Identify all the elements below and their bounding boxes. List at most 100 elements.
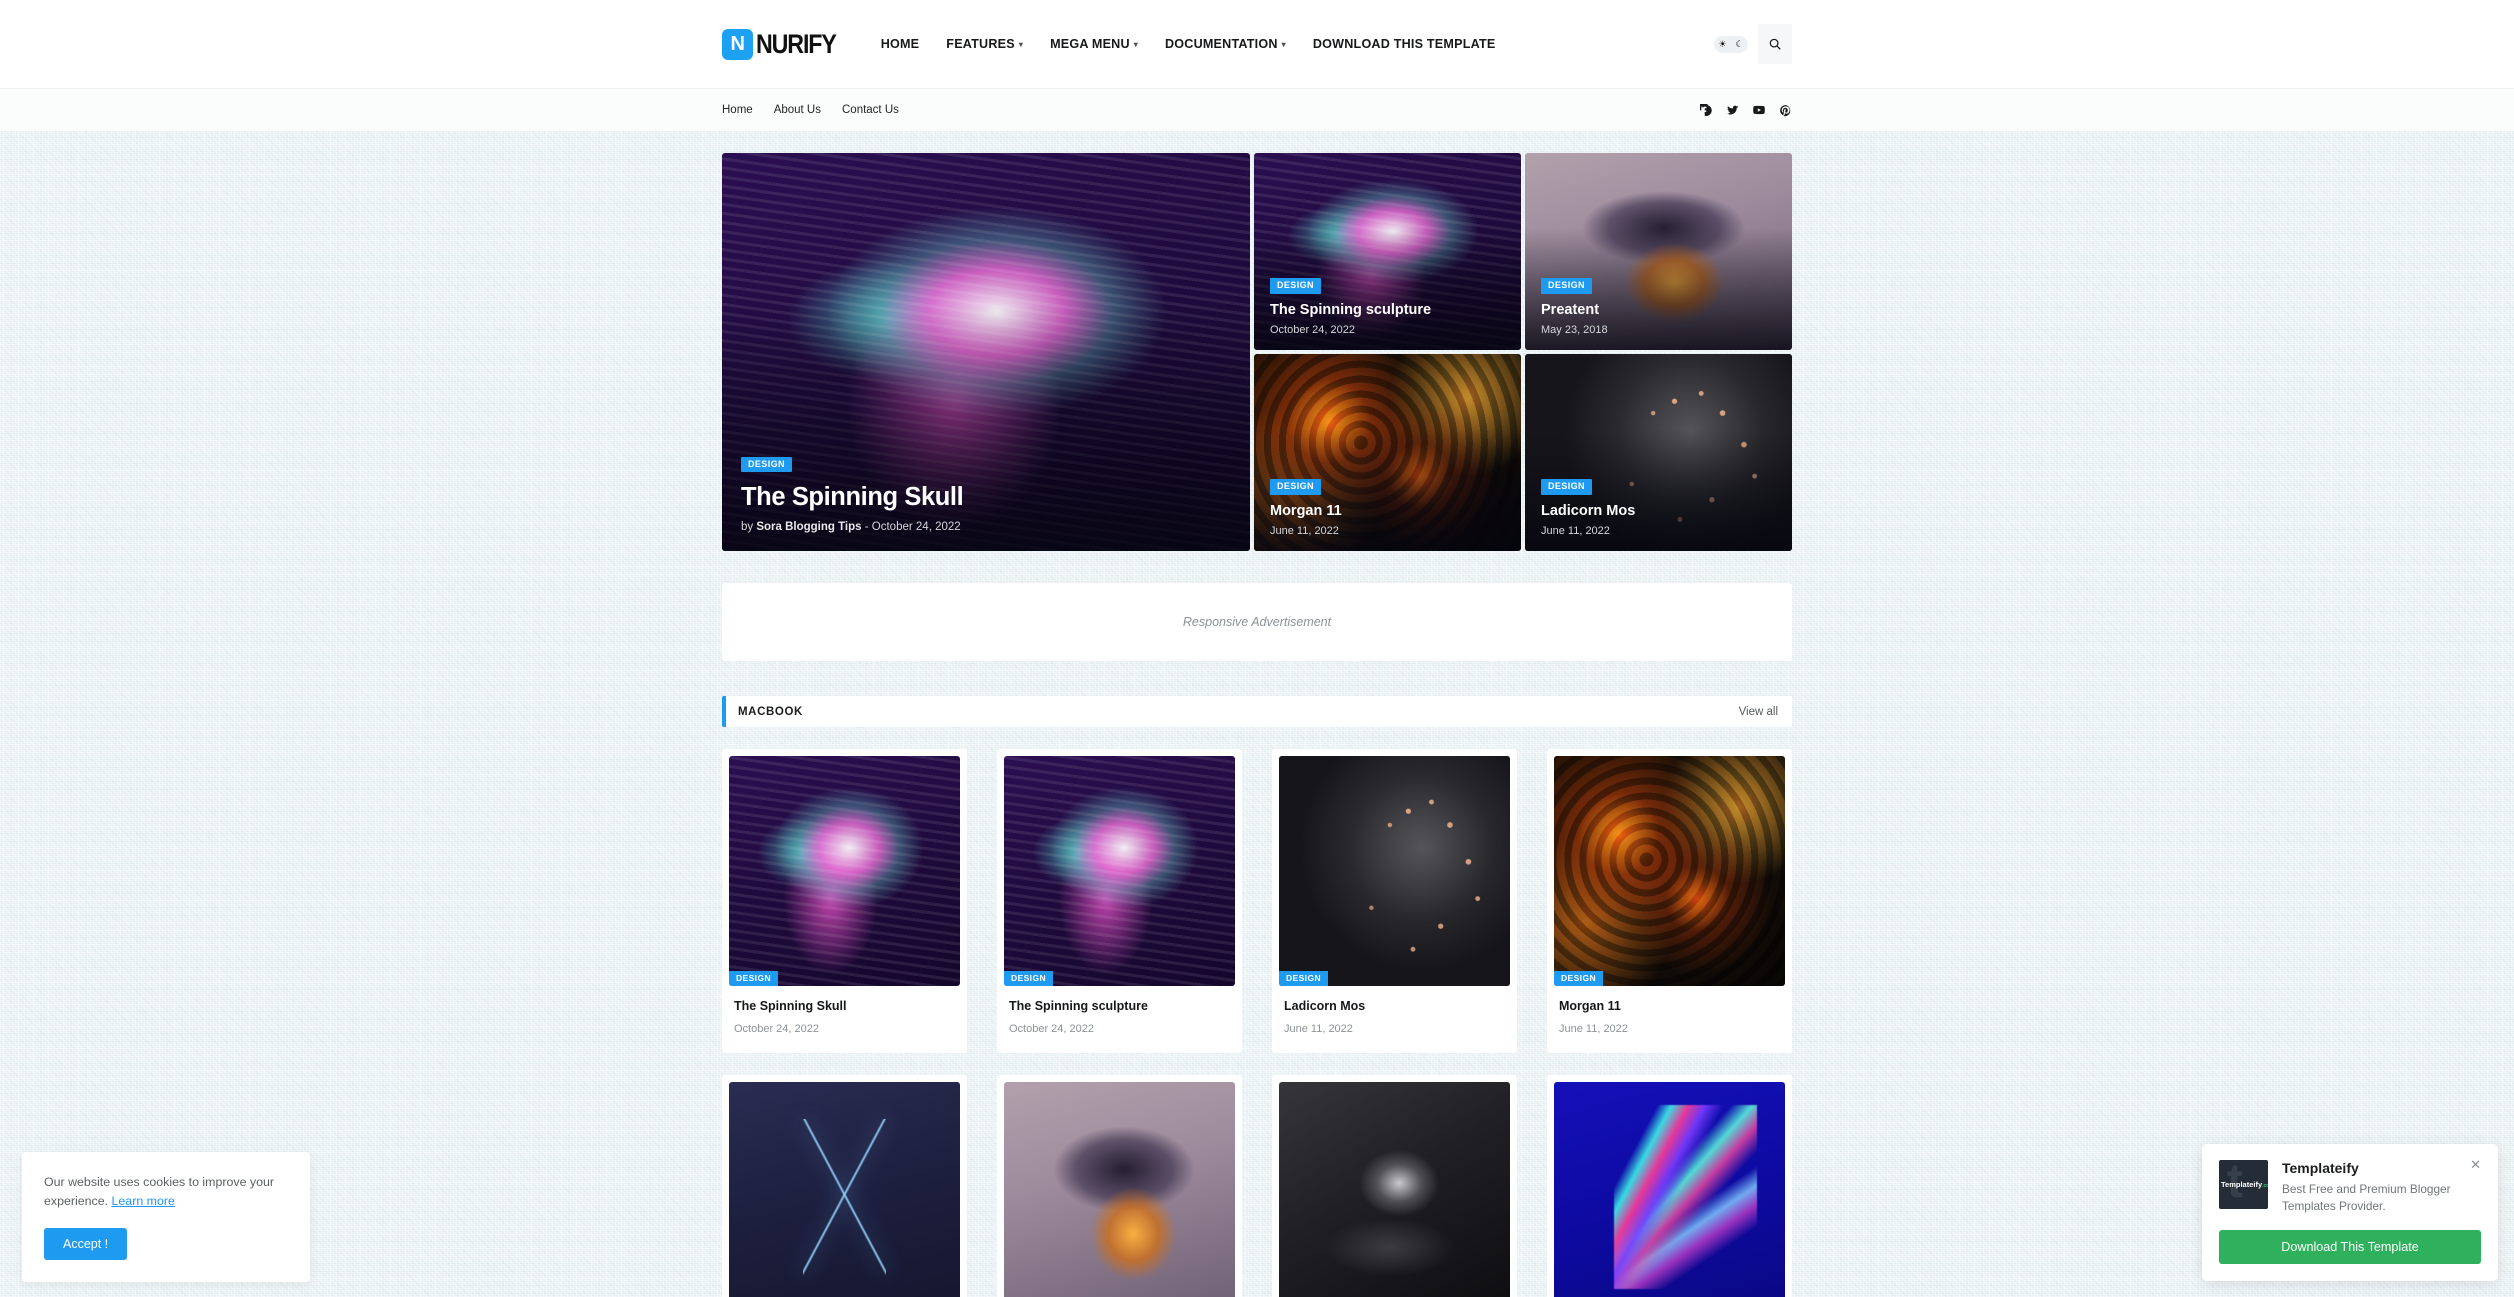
hero-card-title[interactable]: Preatent — [1541, 301, 1608, 319]
category-badge[interactable]: DESIGN — [1270, 278, 1321, 294]
nav-item-documentation[interactable]: DOCUMENTATION ▾ — [1165, 37, 1286, 51]
twitter-link[interactable] — [1726, 104, 1739, 117]
templateify-promo-popup: t Templateify.com Templateify Best Free … — [2202, 1143, 2498, 1281]
author-name[interactable]: Sora Blogging Tips — [756, 521, 861, 533]
hero-side-grid: DESIGN The Spinning sculpture October 24… — [1254, 153, 1792, 551]
hero-main-card[interactable]: DESIGN The Spinning Skull by Sora Bloggi… — [722, 153, 1250, 551]
post-thumbnail — [1554, 1082, 1785, 1297]
hero-card-title[interactable]: The Spinning sculpture — [1270, 301, 1431, 319]
post-title[interactable]: Ladicorn Mos — [1284, 998, 1505, 1014]
post-thumbnail — [1279, 756, 1510, 986]
post-card[interactable]: DESIGN — [1272, 1075, 1517, 1297]
hero-card-title[interactable]: Morgan 11 — [1270, 502, 1342, 520]
facebook-link[interactable] — [1700, 103, 1713, 117]
nav-label: DOCUMENTATION — [1164, 37, 1278, 51]
site-logo[interactable]: N NURIFY — [722, 28, 849, 60]
post-title[interactable]: Morgan 11 — [1559, 998, 1780, 1014]
logo-mark-icon: N — [722, 28, 753, 60]
hero-card[interactable]: DESIGN Preatent May 23, 2018 — [1525, 153, 1792, 350]
subnav-item-about-us[interactable]: About Us — [774, 104, 821, 116]
site-header: N NURIFY HOME FEATURES ▾ MEGA MENU ▾ DOCUM… — [0, 0, 2514, 88]
post-card[interactable]: DESIGN — [997, 1075, 1242, 1297]
learn-more-link[interactable]: Learn more — [112, 1194, 175, 1208]
post-date: June 11, 2022 — [1284, 1023, 1353, 1036]
secondary-nav: Home About Us Contact Us — [722, 104, 1700, 116]
advertisement-banner: Responsive Advertisement — [722, 583, 1792, 661]
post-thumbnail — [729, 1082, 960, 1297]
category-badge[interactable]: DESIGN — [1004, 970, 1053, 986]
post-grid-row-2: DESIGN DESIGN DESIGN DESIGN — [722, 1075, 1792, 1297]
hero-card-title[interactable]: Ladicorn Mos — [1541, 502, 1635, 520]
category-badge[interactable]: DESIGN — [1541, 278, 1592, 294]
post-date: June 11, 2022 — [1541, 525, 1610, 537]
category-badge[interactable]: DESIGN — [1541, 479, 1592, 495]
nav-item-home[interactable]: HOME — [881, 37, 920, 51]
nav-label: DOWNLOAD THIS TEMPLATE — [1312, 37, 1496, 51]
nav-item-mega-menu[interactable]: MEGA MENU ▾ — [1050, 37, 1138, 51]
search-icon — [1769, 38, 1781, 50]
promo-title: Templateify — [2282, 1159, 2359, 1176]
pinterest-icon — [1780, 104, 1791, 116]
post-thumbnail — [1279, 1082, 1510, 1297]
category-badge[interactable]: DESIGN — [1270, 479, 1321, 495]
twitter-icon — [1727, 105, 1739, 115]
hero-main-title[interactable]: The Spinning Skull — [741, 482, 964, 514]
subnav-item-home[interactable]: Home — [722, 104, 753, 116]
logo-label-suffix: .com — [2262, 1182, 2268, 1189]
download-template-button[interactable]: Download This Template — [2219, 1230, 2481, 1264]
post-title[interactable]: The Spinning sculpture — [1009, 998, 1230, 1014]
nav-label: MEGA MENU — [1050, 37, 1130, 51]
post-date: May 23, 2018 — [1541, 324, 1608, 336]
hero-card[interactable]: DESIGN The Spinning sculpture October 24… — [1254, 153, 1521, 350]
category-badge[interactable]: DESIGN — [729, 970, 778, 986]
nav-item-download-this-template[interactable]: DOWNLOAD THIS TEMPLATE — [1313, 37, 1496, 51]
meta-separator: - — [861, 521, 872, 533]
post-card[interactable]: DESIGN The Spinning Skull October 24, 20… — [722, 749, 967, 1054]
hero-main-meta: by Sora Blogging Tips - October 24, 2022 — [741, 521, 963, 533]
hero-card[interactable]: DESIGN Morgan 11 June 11, 2022 — [1254, 354, 1521, 551]
advertisement-label: Responsive Advertisement — [1182, 615, 1332, 629]
post-card[interactable]: DESIGN Ladicorn Mos June 11, 2022 — [1272, 749, 1517, 1054]
post-card[interactable]: DESIGN Morgan 11 June 11, 2022 — [1547, 749, 1792, 1054]
cookie-text: Our website uses cookies to improve your… — [44, 1173, 288, 1211]
primary-nav: HOME FEATURES ▾ MEGA MENU ▾ DOCUMENTATION ▾… — [881, 37, 1714, 51]
facebook-icon — [1700, 103, 1712, 116]
hero-card[interactable]: DESIGN Ladicorn Mos June 11, 2022 — [1525, 354, 1792, 551]
post-date: October 24, 2022 — [1009, 1023, 1095, 1036]
close-icon[interactable]: ✕ — [2470, 1158, 2481, 1171]
subnav-item-contact-us[interactable]: Contact Us — [842, 104, 899, 116]
section-header: MACBOOK View all — [722, 696, 1792, 727]
youtube-link[interactable] — [1752, 103, 1766, 117]
post-thumbnail — [1554, 756, 1785, 986]
view-all-link[interactable]: View all — [1739, 706, 1778, 718]
chevron-down-icon: ▾ — [1133, 40, 1138, 49]
category-badge[interactable]: DESIGN — [1279, 970, 1328, 986]
chevron-down-icon: ▾ — [1281, 40, 1286, 49]
post-card[interactable]: DESIGN — [722, 1075, 967, 1297]
post-title[interactable]: The Spinning Skull — [734, 998, 955, 1014]
templateify-logo: t Templateify.com — [2219, 1159, 2268, 1209]
post-thumbnail — [1004, 1082, 1235, 1297]
post-card[interactable]: DESIGN — [1547, 1075, 1792, 1297]
nav-label: FEATURES — [946, 37, 1015, 51]
post-date: June 11, 2022 — [1270, 525, 1339, 537]
category-badge[interactable]: DESIGN — [741, 456, 792, 473]
category-badge[interactable]: DESIGN — [1554, 970, 1603, 986]
by-prefix: by — [741, 521, 757, 533]
theme-toggle[interactable]: ☀ ☾ — [1714, 35, 1748, 53]
post-date: October 24, 2022 — [871, 521, 961, 533]
post-date: October 24, 2022 — [1270, 324, 1356, 336]
post-card[interactable]: DESIGN The Spinning sculpture October 24… — [997, 749, 1242, 1054]
nav-item-features[interactable]: FEATURES ▾ — [946, 37, 1023, 51]
pinterest-link[interactable] — [1779, 104, 1792, 117]
post-date: June 11, 2022 — [1559, 1023, 1628, 1036]
secondary-nav-bar: Home About Us Contact Us — [0, 88, 2514, 131]
header-actions: ☀ ☾ — [1714, 24, 1792, 64]
post-thumbnail — [1004, 756, 1235, 986]
search-button[interactable] — [1758, 24, 1792, 64]
accept-cookies-button[interactable]: Accept ! — [44, 1228, 128, 1260]
youtube-icon — [1753, 105, 1765, 115]
promo-description: Best Free and Premium Blogger Templates … — [2282, 1181, 2451, 1213]
post-thumbnail — [729, 756, 960, 986]
post-date: October 24, 2022 — [734, 1023, 820, 1036]
